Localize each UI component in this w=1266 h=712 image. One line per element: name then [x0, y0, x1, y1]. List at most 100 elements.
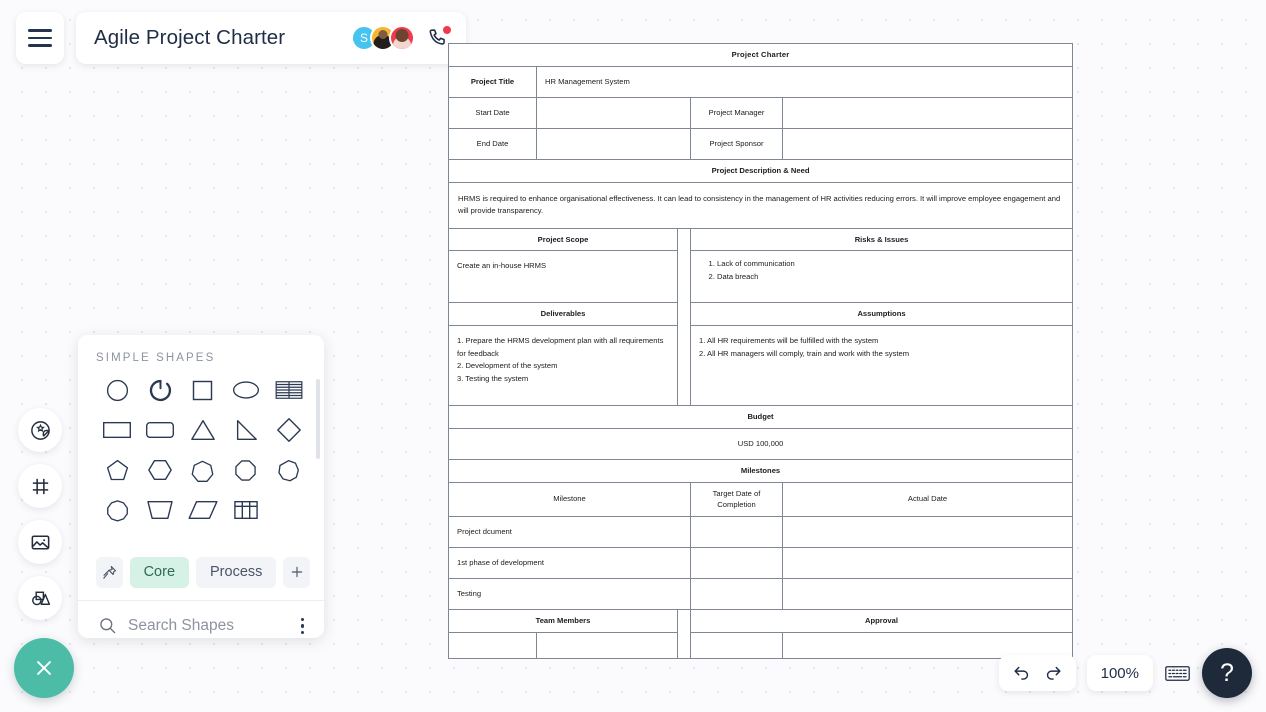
redo-button[interactable] — [1044, 664, 1063, 683]
search-input[interactable]: Search Shapes — [128, 617, 286, 635]
milestone-actual[interactable] — [781, 516, 1074, 549]
table-row: Project Title HR Management System — [448, 65, 1074, 98]
project-manager-value[interactable] — [781, 96, 1074, 129]
tab-core[interactable]: Core — [129, 556, 190, 588]
milestones-header: Milestones — [447, 458, 1074, 483]
ellipse-icon — [232, 381, 259, 399]
table-stripes-icon — [275, 381, 303, 399]
shape-rectangle[interactable] — [97, 415, 137, 445]
team-member-cell[interactable] — [536, 631, 678, 659]
team-member-cell[interactable] — [448, 631, 537, 659]
shape-arc[interactable] — [140, 375, 180, 405]
scope-header: Project Scope — [448, 227, 678, 252]
table-row: Create an in-house HRMS Lack of communic… — [448, 250, 1074, 304]
table-row: Budget — [447, 405, 1074, 429]
milestone-name[interactable]: Testing — [448, 578, 691, 611]
keyboard-shortcuts-button[interactable] — [1164, 663, 1191, 683]
project-sponsor-value[interactable] — [781, 127, 1074, 160]
call-button[interactable] — [426, 26, 451, 50]
table-row — [448, 631, 1074, 659]
close-panel-button[interactable] — [14, 638, 74, 698]
shapes-scroll-area[interactable] — [78, 375, 324, 547]
shapes-more-button[interactable] — [297, 614, 308, 638]
redo-icon — [1046, 666, 1061, 680]
milestone-target[interactable] — [690, 547, 783, 580]
table-row: USD 100,000 — [447, 427, 1074, 460]
risks-list[interactable]: Lack of communication Data breach — [689, 250, 1074, 304]
project-charter-document[interactable]: Project Charter Project Title HR Managem… — [447, 43, 1074, 659]
table-row: Project dcument — [448, 516, 1074, 549]
shape-right-triangle[interactable] — [226, 415, 266, 445]
shapes-scrollbar[interactable] — [316, 379, 320, 459]
shape-trapezoid[interactable] — [140, 495, 180, 525]
shape-rounded-rectangle[interactable] — [140, 415, 180, 445]
image-tool-button[interactable] — [18, 520, 62, 564]
tab-process[interactable]: Process — [196, 556, 277, 588]
menu-button[interactable] — [16, 12, 64, 64]
frame-icon — [32, 478, 48, 494]
end-date-value[interactable] — [536, 127, 691, 160]
shape-search-row: Search Shapes — [78, 601, 324, 638]
milestone-name[interactable]: Project dcument — [448, 516, 691, 549]
milestone-name[interactable]: 1st phase of development — [448, 547, 691, 580]
shape-nonagon[interactable] — [269, 455, 309, 485]
table-row: Testing — [448, 578, 1074, 611]
shape-table-stripes[interactable] — [269, 375, 309, 405]
shape-circle[interactable] — [97, 375, 137, 405]
milestone-actual[interactable] — [781, 547, 1074, 580]
description-text[interactable]: HRMS is required to enhance organisation… — [447, 181, 1074, 229]
pin-tab-button[interactable] — [96, 556, 123, 588]
deliverables-header: Deliverables — [448, 302, 678, 327]
shape-heptagon[interactable] — [183, 455, 223, 485]
shape-decagon[interactable] — [97, 495, 137, 525]
shape-square[interactable] — [183, 375, 223, 405]
sticker-tool-button[interactable] — [18, 408, 62, 452]
undo-button[interactable] — [1012, 664, 1031, 683]
hamburger-icon — [28, 29, 52, 47]
list-item: 2. All HR managers will comply, train an… — [699, 348, 910, 358]
shape-hexagon[interactable] — [140, 455, 180, 485]
avatar[interactable] — [389, 25, 415, 51]
help-button[interactable]: ? — [1202, 648, 1252, 698]
start-date-label: Start Date — [448, 96, 537, 129]
close-icon — [37, 661, 51, 675]
frame-tool-button[interactable] — [18, 464, 62, 508]
undo-redo-group — [998, 655, 1076, 691]
octagon-icon — [235, 459, 257, 481]
shape-triangle[interactable] — [183, 415, 223, 445]
shapes-icon — [31, 591, 50, 605]
milestone-target[interactable] — [690, 578, 783, 611]
shape-table-grid[interactable] — [226, 495, 266, 525]
deliverables-list[interactable]: 1. Prepare the HRMS development plan wit… — [448, 325, 678, 407]
project-title-label: Project Title — [448, 65, 537, 98]
start-date-value[interactable] — [536, 96, 691, 129]
approval-cell[interactable] — [690, 631, 783, 659]
add-category-button[interactable] — [283, 556, 310, 588]
shapes-panel: SIMPLE SHAPES Core Process Search Shapes — [78, 335, 324, 638]
budget-value[interactable]: USD 100,000 — [447, 427, 1074, 460]
scope-text[interactable]: Create an in-house HRMS — [448, 250, 678, 304]
charter-table: Project Charter Project Title HR Managem… — [447, 43, 1074, 659]
milestone-col-header: Actual Date — [781, 481, 1074, 518]
project-title-value[interactable]: HR Management System — [535, 65, 1074, 98]
shape-octagon[interactable] — [226, 455, 266, 485]
milestone-actual[interactable] — [781, 578, 1074, 611]
zoom-level-button[interactable]: 100% — [1086, 655, 1153, 691]
list-item: Data breach — [717, 271, 1064, 284]
table-row: 1. Prepare the HRMS development plan wit… — [448, 325, 1074, 407]
shape-diamond[interactable] — [269, 415, 309, 445]
shapes-tool-button[interactable] — [18, 576, 62, 620]
table-row: HRMS is required to enhance organisation… — [447, 181, 1074, 229]
shape-ellipse[interactable] — [226, 375, 266, 405]
notification-badge — [443, 26, 451, 34]
team-members-header: Team Members — [448, 609, 678, 633]
canvas-workspace[interactable]: Agile Project Charter S SIMPLE SHAPES Co… — [0, 0, 1266, 712]
assumptions-list[interactable]: 1. All HR requirements will be fulfilled… — [689, 325, 1074, 407]
shape-pentagon[interactable] — [97, 455, 137, 485]
document-header-title: Project Charter — [447, 43, 1074, 67]
shape-parallelogram[interactable] — [183, 495, 223, 525]
milestone-target[interactable] — [690, 516, 783, 549]
decagon-icon — [106, 499, 128, 522]
table-row: Milestone Target Date of Completion Actu… — [448, 481, 1074, 518]
square-icon — [193, 380, 213, 400]
